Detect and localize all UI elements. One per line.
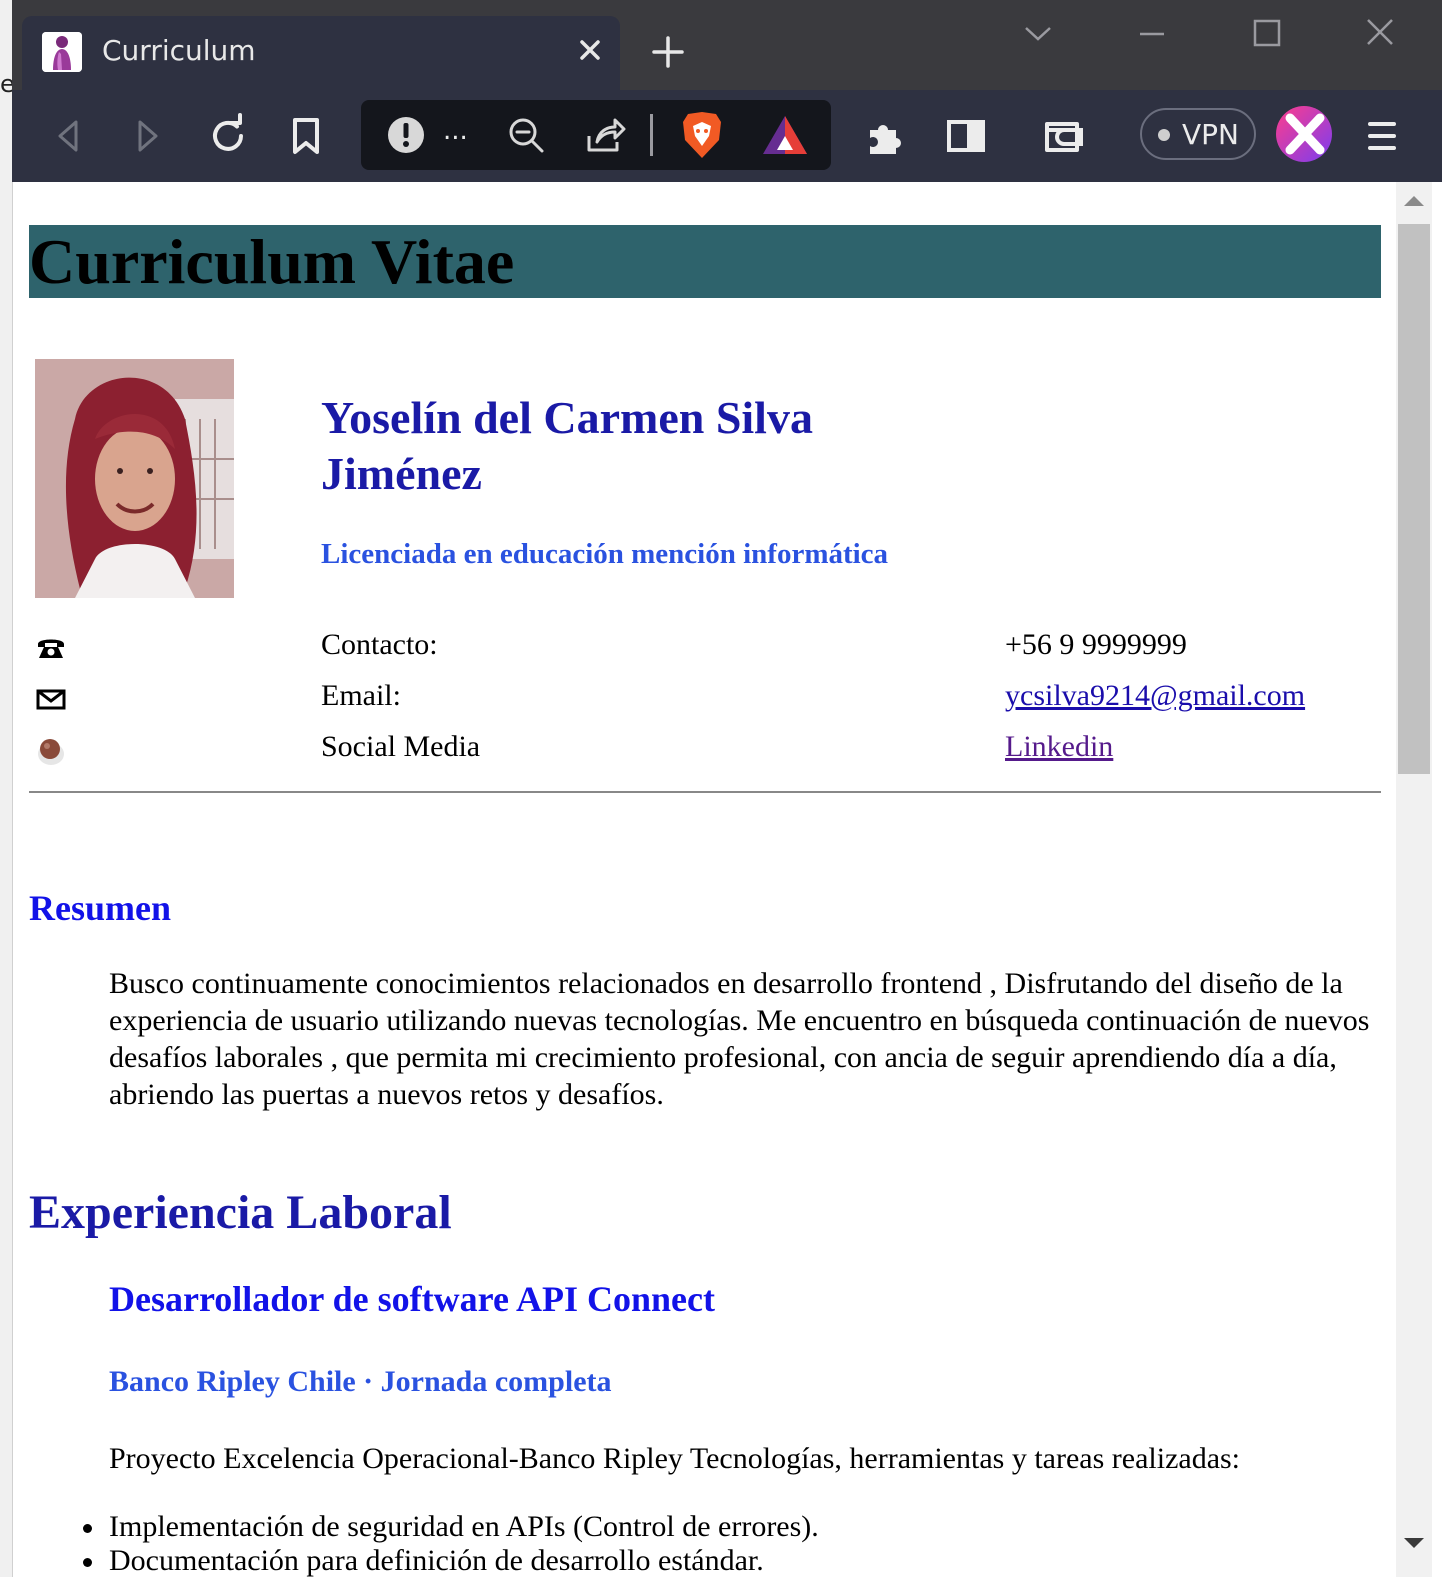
section-divider <box>29 791 1381 793</box>
email-label: Email: <box>321 679 401 712</box>
contact-row-social: Social Media Linkedin <box>29 730 1381 770</box>
close-tab-icon[interactable] <box>572 32 608 68</box>
resumen-heading: Resumen <box>29 888 171 928</box>
profile-photo <box>35 359 234 598</box>
close-window-icon[interactable] <box>1358 12 1402 56</box>
site-info-icon[interactable] <box>385 114 427 156</box>
scroll-up-arrow-icon[interactable] <box>1404 196 1424 206</box>
contact-row-email: Email: ycsilva9214@gmail.com <box>29 679 1381 719</box>
minimize-icon[interactable] <box>1130 12 1174 56</box>
list-item: Implementación de seguridad en APIs (Con… <box>83 1510 819 1543</box>
maximize-icon[interactable] <box>1244 12 1288 56</box>
tab-title: Curriculum <box>102 34 256 67</box>
page-content: Curriculum Vitae Yoselín del Carmen Silv… <box>29 182 1381 1577</box>
forward-icon[interactable] <box>124 112 172 160</box>
candidate-name-line1: Yoselín del Carmen Silva <box>321 392 813 443</box>
tab-search-chevron-icon[interactable] <box>1016 12 1060 56</box>
contact-row-phone: Contacto: +56 9 9999999 <box>29 628 1381 668</box>
browser-titlebar: Curriculum <box>12 0 1442 90</box>
phone-icon <box>35 632 67 664</box>
bookmark-icon[interactable] <box>282 112 330 160</box>
vpn-label: VPN <box>1182 118 1239 151</box>
new-tab-icon[interactable] <box>650 34 686 70</box>
scroll-down-arrow-icon[interactable] <box>1404 1538 1424 1548</box>
social-media-icon <box>35 734 67 766</box>
wallet-icon[interactable] <box>1040 112 1088 160</box>
scrollbar-thumb[interactable] <box>1398 224 1430 774</box>
job-title: Desarrollador de software API Connect <box>109 1279 715 1319</box>
candidate-degree: Licenciada en educación mención informát… <box>321 538 889 570</box>
browser-toolbar: ... VPN <box>12 90 1442 182</box>
back-icon[interactable] <box>44 112 92 160</box>
linkedin-link[interactable]: Linkedin <box>1005 730 1113 764</box>
menu-icon[interactable] <box>1358 112 1406 160</box>
page-scrollbar[interactable] <box>1396 182 1432 1577</box>
zoom-out-icon[interactable] <box>505 114 547 156</box>
social-media-label: Social Media <box>321 730 481 763</box>
background-window-edge: e: <box>0 0 23 1577</box>
browser-tab[interactable]: Curriculum <box>22 16 620 90</box>
address-bar-divider <box>650 114 653 156</box>
brave-rewards-icon[interactable] <box>761 112 809 158</box>
brave-shields-icon[interactable] <box>679 110 725 160</box>
vpn-status-dot <box>1158 129 1170 141</box>
candidate-name: Yoselín del Carmen Silva Jiménez <box>321 390 881 502</box>
profile-avatar[interactable] <box>1276 106 1332 162</box>
project-intro: Proyecto Excelencia Operacional-Banco Ri… <box>109 1442 1241 1475</box>
reload-icon[interactable] <box>204 112 252 160</box>
url-text-truncated: ... <box>443 116 468 146</box>
page-title: Curriculum Vitae <box>29 225 1381 298</box>
vpn-button[interactable]: VPN <box>1140 108 1256 160</box>
tab-favicon-icon <box>42 32 82 72</box>
company-name: Banco Ripley Chile · Jornada completa <box>109 1365 612 1398</box>
sidebar-icon[interactable] <box>942 112 990 160</box>
contact-label: Contacto: <box>321 628 438 661</box>
list-item: Documentación para definición de desarro… <box>83 1546 819 1576</box>
candidate-name-line2: Jiménez <box>321 448 482 499</box>
contact-phone-value: +56 9 9999999 <box>1005 628 1187 661</box>
task-list: Implementación de seguridad en APIs (Con… <box>83 1510 819 1577</box>
extensions-icon[interactable] <box>862 112 910 160</box>
email-link[interactable]: ycsilva9214@gmail.com <box>1005 679 1305 713</box>
share-icon[interactable] <box>583 114 627 156</box>
mail-icon <box>35 683 67 715</box>
resumen-text: Busco continuamente conocimientos relaci… <box>109 967 1370 1111</box>
experience-heading: Experiencia Laboral <box>29 1186 452 1239</box>
address-bar[interactable]: ... <box>361 100 831 170</box>
